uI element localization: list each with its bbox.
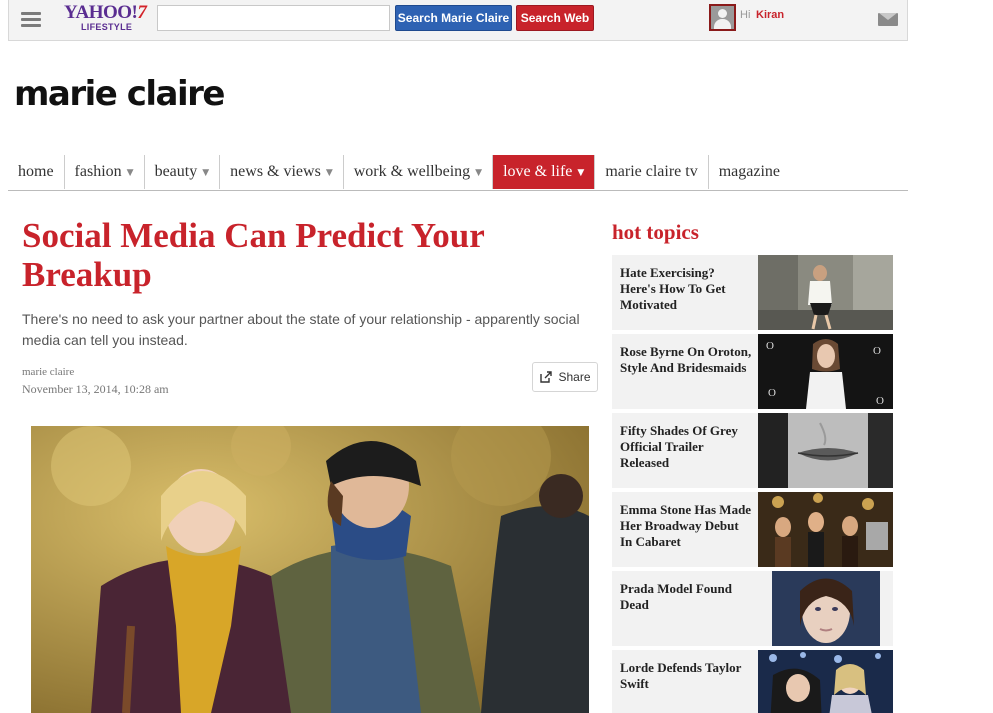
nav-item-beauty[interactable]: beauty ▼ [145, 155, 221, 189]
svg-text:O: O [768, 387, 776, 399]
article-date: November 13, 2014, 10:28 am [22, 382, 169, 396]
nav-label: fashion [74, 163, 122, 180]
nav-item-magazine[interactable]: magazine [709, 155, 790, 189]
logo-seven: 7 [137, 2, 147, 23]
logo-text: YAHOO! [64, 2, 138, 23]
list-item[interactable]: Prada Model Found Dead [612, 571, 893, 646]
yahoo-header-bar: YAHOO!7 LIFESTYLE Search Marie Claire Se… [8, 0, 908, 41]
topic-thumbnail[interactable] [758, 492, 893, 567]
username-link[interactable]: Kiran [756, 9, 784, 21]
nav-label: marie claire tv [605, 163, 698, 180]
article-byline[interactable]: marie claire [22, 366, 74, 378]
nav-item-fashion[interactable]: fashion ▼ [65, 155, 145, 189]
nav-item-love-life[interactable]: love & life ▼ [493, 155, 596, 189]
chevron-down-icon: ▼ [475, 168, 483, 178]
share-label: Share [558, 370, 591, 384]
list-item[interactable]: Lorde Defends Taylor Swift [612, 650, 893, 713]
article-title: Social Media Can Predict Your Breakup [22, 216, 485, 294]
nav-label: home [18, 163, 54, 180]
hamburger-icon[interactable] [21, 12, 41, 28]
article-lede: There's no need to ask your partner abou… [22, 311, 580, 348]
svg-text:O: O [876, 395, 884, 407]
topic-thumbnail[interactable]: O O O O [758, 334, 893, 409]
nav-label: magazine [718, 163, 780, 180]
chevron-down-icon: ▼ [577, 168, 585, 178]
chevron-down-icon: ▼ [202, 168, 210, 178]
topic-thumbnail[interactable] [758, 255, 893, 330]
topic-title[interactable]: Rose Byrne On Oroton, Style And Bridesma… [620, 344, 753, 376]
main-nav: home fashion ▼ beauty ▼ news & views ▼ work… [8, 155, 908, 191]
svg-text:O: O [766, 340, 774, 352]
nav-label: work & wellbeing [353, 163, 471, 180]
list-item[interactable]: Emma Stone Has Made Her Broadway Debut I… [612, 492, 893, 567]
site-logo[interactable]: marie claire [14, 74, 225, 114]
topic-title[interactable]: Hate Exercising? Here's How To Get Motiv… [620, 265, 753, 313]
list-item[interactable]: Fifty Shades Of Grey Official Trailer Re… [612, 413, 893, 488]
yahoo-lifestyle-logo[interactable]: YAHOO!7 LIFESTYLE [64, 3, 154, 37]
user-avatar-icon[interactable] [709, 4, 736, 31]
search-web-button[interactable]: Search Web [516, 5, 594, 31]
nav-item-work-wellbeing[interactable]: work & wellbeing ▼ [344, 155, 494, 189]
nav-label: beauty [154, 163, 198, 180]
greeting-text: Hi [740, 9, 751, 21]
article-hero-image [31, 426, 589, 713]
topic-title[interactable]: Emma Stone Has Made Her Broadway Debut I… [620, 502, 753, 550]
nav-label: news & views [230, 163, 321, 180]
nav-item-news-views[interactable]: news & views ▼ [220, 155, 344, 189]
mail-icon[interactable] [878, 13, 898, 26]
nav-item-marie-claire-tv[interactable]: marie claire tv [595, 155, 709, 189]
list-item[interactable]: Hate Exercising? Here's How To Get Motiv… [612, 255, 893, 330]
topic-title[interactable]: Prada Model Found Dead [620, 581, 753, 613]
nav-label: love & life [503, 163, 573, 180]
topic-title[interactable]: Fifty Shades Of Grey Official Trailer Re… [620, 423, 753, 471]
list-item[interactable]: Rose Byrne On Oroton, Style And Bridesma… [612, 334, 893, 409]
hot-topics-list: Hate Exercising? Here's How To Get Motiv… [612, 255, 893, 713]
chevron-down-icon: ▼ [126, 168, 134, 178]
topic-thumbnail[interactable] [758, 413, 893, 488]
search-input[interactable] [157, 5, 390, 31]
share-button[interactable]: Share [532, 362, 598, 392]
search-marie-claire-button[interactable]: Search Marie Claire [395, 5, 512, 31]
topic-title[interactable]: Lorde Defends Taylor Swift [620, 660, 753, 692]
topic-thumbnail[interactable] [758, 571, 893, 646]
topic-thumbnail[interactable] [758, 650, 893, 713]
hot-topics-heading: hot topics [612, 220, 699, 244]
chevron-down-icon: ▼ [325, 168, 333, 178]
logo-subtitle: LIFESTYLE [81, 22, 133, 32]
nav-item-home[interactable]: home [8, 155, 65, 189]
svg-text:O: O [873, 345, 881, 357]
share-icon [540, 371, 553, 383]
